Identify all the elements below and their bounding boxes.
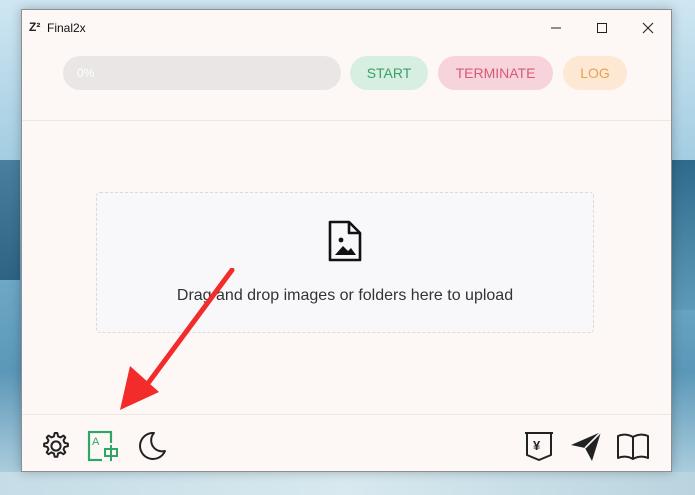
progress-text: 0% [77,66,95,80]
minimize-icon [551,27,561,29]
upload-dropzone[interactable]: Drag and drop images or folders here to … [96,192,594,333]
background-wallpaper-right [671,160,695,310]
title-bar: Z² Final2x [22,10,671,46]
minimize-button[interactable] [533,10,579,46]
window-title: Final2x [47,21,86,35]
toolbar: 0% START TERMINATE LOG [22,46,671,121]
svg-text:¥: ¥ [533,438,541,453]
terminate-button[interactable]: TERMINATE [438,56,553,90]
background-wallpaper-bottom [0,472,695,495]
progress-bar: 0% [63,56,341,90]
close-icon [642,22,654,34]
translate-icon[interactable]: A [86,429,120,463]
close-button[interactable] [625,10,671,46]
app-window: Z² Final2x 0% START TERMINATE LOG Drag a… [21,9,672,472]
svg-text:A: A [92,436,100,448]
dropzone-text: Drag and drop images or folders here to … [176,287,514,304]
settings-icon[interactable] [39,429,73,463]
app-icon: Z² [29,20,41,34]
donate-yen-icon[interactable]: ¥ [522,429,556,463]
send-icon[interactable] [569,429,603,463]
book-icon[interactable] [616,429,650,463]
bottom-bar: A ¥ [22,414,671,473]
image-file-icon [328,220,362,262]
background-wallpaper-left [0,160,20,280]
start-button[interactable]: START [350,56,428,90]
maximize-button[interactable] [579,10,625,46]
log-button[interactable]: LOG [563,56,627,90]
moon-icon[interactable] [134,429,168,463]
maximize-icon [597,23,607,33]
